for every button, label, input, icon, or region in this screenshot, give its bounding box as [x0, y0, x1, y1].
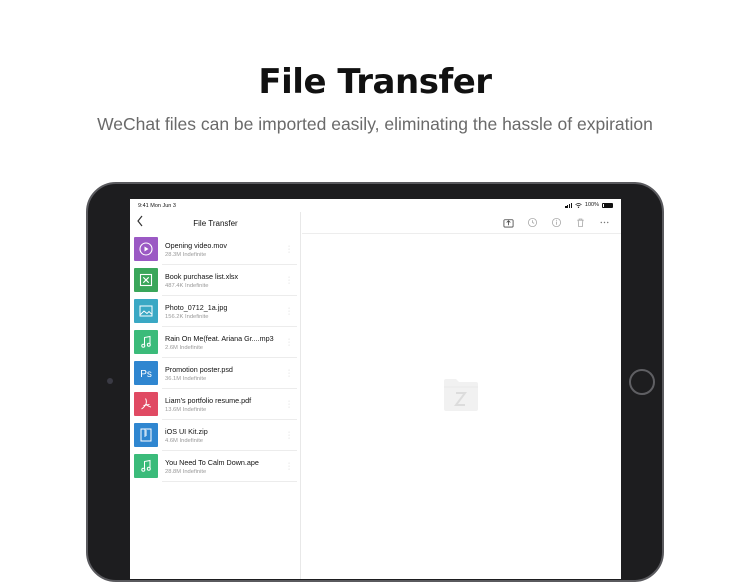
excel-icon — [134, 268, 158, 292]
file-meta: 2.6M Indefinite — [165, 345, 204, 351]
video-play-icon — [134, 237, 158, 261]
file-row[interactable]: Book purchase list.xlsx 487.4K Indefinite… — [130, 265, 301, 296]
file-name: You Need To Calm Down.ape — [165, 458, 259, 467]
detail-pane — [302, 212, 621, 579]
file-row[interactable]: Photo_0712_1a.jpg 156.2K Indefinite · · · — [130, 296, 301, 327]
status-bar: 9:41 Mon Jun 3 100% — [130, 199, 621, 212]
camera-dot — [107, 378, 113, 384]
file-meta: 28.3M Indefinite — [165, 252, 207, 258]
status-indicators: 100% — [565, 202, 613, 208]
more-vertical-icon[interactable]: · · · — [287, 398, 291, 411]
file-name: Promotion poster.psd — [165, 365, 233, 374]
battery-percent: 100% — [584, 202, 599, 208]
file-name: Rain On Me(feat. Ariana Gr....mp3 — [165, 334, 274, 343]
file-row[interactable]: Opening video.mov 28.3M Indefinite · · · — [130, 234, 301, 265]
clock-icon[interactable] — [527, 217, 538, 228]
file-meta: 36.1M Indefinite — [165, 376, 207, 382]
row-divider — [162, 481, 297, 482]
more-vertical-icon[interactable]: · · · — [287, 274, 291, 287]
file-meta: 4.6M Indefinite — [165, 438, 204, 444]
file-row[interactable]: You Need To Calm Down.ape 28.8M Indefinit… — [130, 451, 301, 482]
file-row[interactable]: iOS UI Kit.zip 4.6M Indefinite · · · — [130, 420, 301, 451]
signal-icon — [565, 203, 572, 208]
file-row[interactable]: Liam's portfolio resume.pdf 13.6M Indefin… — [130, 389, 301, 420]
file-meta: 156.2K Indefinite — [165, 314, 209, 320]
file-list-sidebar: File Transfer Opening video.mov 28.3M Ind… — [130, 212, 301, 579]
file-name: Photo_0712_1a.jpg — [165, 303, 228, 312]
more-vertical-icon[interactable]: · · · — [287, 367, 291, 380]
detail-toolbar — [302, 212, 621, 234]
ipad-device-frame: 9:41 Mon Jun 3 100% File Transfer Openin… — [86, 182, 664, 582]
export-icon[interactable] — [503, 217, 514, 228]
file-meta: 487.4K Indefinite — [165, 283, 209, 289]
more-vertical-icon[interactable]: · · · — [287, 460, 291, 473]
file-name: Liam's portfolio resume.pdf — [165, 396, 252, 405]
page-subtitle: WeChat files can be imported easily, eli… — [97, 114, 653, 134]
sidebar-title: File Transfer — [193, 219, 238, 228]
home-button[interactable] — [629, 369, 655, 395]
more-vertical-icon[interactable]: · · · — [287, 336, 291, 349]
svg-text:Ps: Ps — [140, 369, 152, 380]
pdf-icon — [134, 392, 158, 416]
sidebar-nav-bar: File Transfer — [130, 212, 301, 234]
file-meta: 13.6M Indefinite — [165, 407, 207, 413]
file-name: iOS UI Kit.zip — [165, 427, 208, 436]
info-icon[interactable] — [551, 217, 562, 228]
music-note-icon — [134, 330, 158, 354]
photoshop-icon: Ps — [134, 361, 158, 385]
file-row[interactable]: Ps Promotion poster.psd 36.1M Indefinite · ·… — [130, 358, 301, 389]
file-meta: 28.8M Indefinite — [165, 469, 207, 475]
empty-folder-icon — [444, 379, 478, 411]
more-vertical-icon[interactable]: · · · — [287, 429, 291, 442]
more-vertical-icon[interactable]: · · · — [287, 305, 291, 318]
page-title: File Transfer — [258, 62, 492, 102]
more-vertical-icon[interactable]: · · · — [287, 243, 291, 256]
battery-icon — [602, 202, 613, 208]
file-name: Book purchase list.xlsx — [165, 272, 239, 281]
app-screen: 9:41 Mon Jun 3 100% File Transfer Openin… — [130, 199, 621, 579]
image-icon — [134, 299, 158, 323]
file-name: Opening video.mov — [165, 241, 227, 250]
more-icon[interactable] — [599, 217, 610, 228]
file-row[interactable]: Rain On Me(feat. Ariana Gr....mp3 2.6M In… — [130, 327, 301, 358]
wifi-icon — [575, 202, 582, 208]
music-note-icon — [134, 454, 158, 478]
zip-archive-icon — [134, 423, 158, 447]
status-time: 9:41 Mon Jun 3 — [138, 203, 176, 209]
trash-icon[interactable] — [575, 217, 586, 228]
